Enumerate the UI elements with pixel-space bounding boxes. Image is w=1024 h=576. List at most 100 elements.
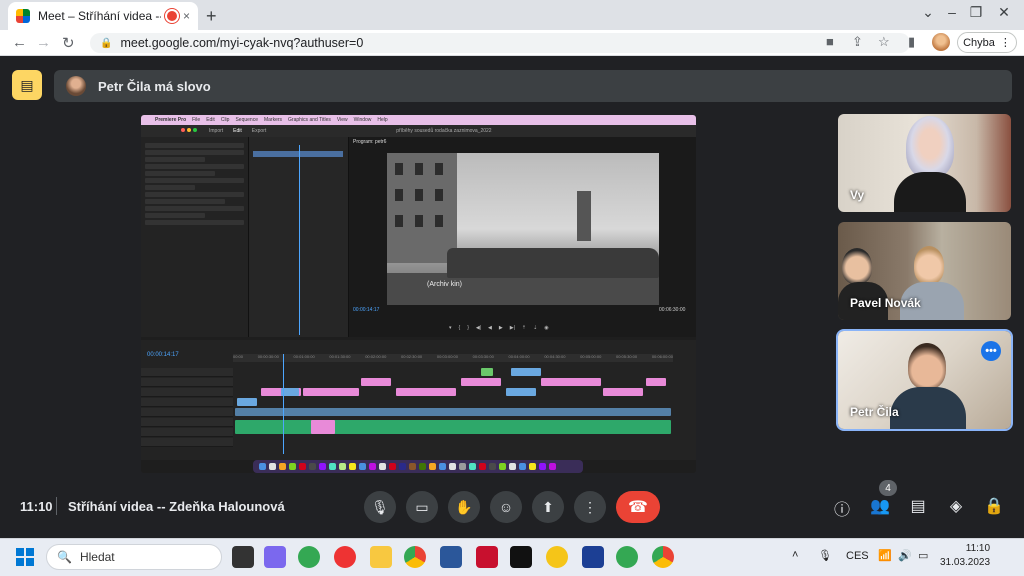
in-icon: {: [458, 325, 461, 331]
chrome-icon[interactable]: [404, 546, 426, 568]
marker-icon: ▾: [449, 325, 452, 331]
app-icon[interactable]: [616, 546, 638, 568]
teams-icon[interactable]: [264, 546, 286, 568]
ws-import: Import: [209, 128, 224, 134]
hand-icon: ✋: [455, 498, 473, 515]
present-button[interactable]: ⬆: [532, 491, 564, 523]
videocam-icon: ▭: [415, 498, 429, 515]
transport-controls: ▾ {} ◀| ◀ ▶ ▶| ⇡ ⇣ ◉: [449, 325, 599, 333]
back-icon[interactable]: ←: [12, 34, 27, 51]
divider: [56, 497, 57, 515]
step-back-icon: ◀|: [475, 325, 482, 331]
mic-button[interactable]: 🎙: [364, 491, 396, 523]
out-icon: }: [467, 325, 469, 331]
close-window-button[interactable]: ✕: [994, 4, 1014, 21]
app-flag-icon[interactable]: [476, 546, 498, 568]
taskbar-clock[interactable]: 11:10 31.03.2023: [940, 542, 990, 570]
maximize-button[interactable]: ❐: [966, 4, 986, 21]
address-bar[interactable]: 🔒 meet.google.com/myi-cyak-nvq?authuser=…: [90, 33, 910, 53]
error-chip[interactable]: Chyba ⋮: [957, 32, 1017, 53]
more-options-button[interactable]: •••: [981, 341, 1001, 361]
more-vert-icon: ⋮: [583, 498, 597, 515]
activities-icon[interactable]: ◈: [944, 496, 968, 516]
taskview-icon[interactable]: [232, 546, 254, 568]
microphone-tray-icon[interactable]: 🎙: [818, 549, 832, 562]
trucks-shape: [447, 248, 659, 278]
timeline-playhead: [283, 354, 284, 454]
volume-icon[interactable]: 🔊: [898, 549, 912, 562]
reactions-button[interactable]: ☺: [490, 491, 522, 523]
source-clip-bar: [253, 151, 343, 157]
meet-favicon-icon: [16, 9, 30, 23]
sidepanel-icon[interactable]: ▮: [908, 34, 915, 50]
tile-name: Pavel Novák: [850, 296, 921, 310]
recording-icon: [166, 11, 177, 21]
mic-icon: 🎙: [371, 498, 389, 515]
forward-icon[interactable]: →: [36, 34, 51, 51]
star-icon[interactable]: ☆: [878, 34, 890, 50]
wifi-icon[interactable]: 📶: [878, 549, 892, 562]
present-icon: ⬆: [542, 498, 554, 515]
windows-start-icon[interactable]: [16, 548, 34, 566]
lock-icon: 🔒: [100, 37, 113, 49]
menu-markers: Markers: [263, 117, 283, 123]
raise-hand-button[interactable]: ✋: [448, 491, 480, 523]
program-label: Program: petr6: [353, 139, 387, 145]
battery-icon[interactable]: ▭: [918, 549, 928, 562]
timeline-timecode: 00:00:14:17: [147, 352, 179, 358]
info-icon[interactable]: ⓘ: [830, 496, 854, 520]
app-name: Premiere Pro: [155, 117, 187, 123]
tile-name: Vy: [850, 188, 865, 202]
building-shape: [387, 153, 457, 263]
church-tower-shape: [577, 191, 591, 241]
app-icon[interactable]: [298, 546, 320, 568]
person-body-shape: [894, 172, 966, 212]
hangup-icon: ☎: [628, 499, 648, 516]
step-back-frame-icon: ◀: [488, 325, 492, 331]
source-panel: [249, 137, 349, 337]
tile-self[interactable]: Vy: [838, 114, 1011, 212]
browser-tab-meet[interactable]: Meet – Stříhání videa -- Zde ×: [8, 2, 198, 30]
chrome-active-icon[interactable]: [652, 546, 674, 568]
share-icon[interactable]: ⇪: [852, 34, 863, 50]
new-tab-button[interactable]: +: [206, 6, 217, 27]
word-icon[interactable]: [440, 546, 462, 568]
profile-avatar[interactable]: [932, 33, 950, 51]
chat-icon[interactable]: ▤: [906, 496, 930, 516]
video-frame: (Archiv kin): [387, 153, 659, 305]
menu-help: Help: [377, 117, 388, 123]
lift-icon: ⇡: [521, 325, 527, 331]
meeting-clock: 11:10: [20, 499, 53, 514]
tile-pavel-novak[interactable]: Pavel Novák: [838, 222, 1011, 320]
shared-screen[interactable]: Premiere Pro File Edit Clip Sequence Mar…: [141, 115, 696, 473]
more-vert-icon: ⋮: [999, 37, 1011, 49]
camera-icon[interactable]: ■: [826, 34, 834, 49]
menu-edit: Edit: [206, 117, 215, 123]
more-options-menu-button[interactable]: ⋮: [574, 491, 606, 523]
chevron-down-icon[interactable]: ⌄: [918, 4, 938, 21]
chevron-up-icon[interactable]: ˄: [792, 549, 798, 561]
notes-button[interactable]: ▤: [12, 70, 42, 100]
reload-icon[interactable]: ↻: [62, 34, 75, 52]
app-p-icon[interactable]: [510, 546, 532, 568]
people-icon[interactable]: 👥: [868, 496, 892, 516]
menu-window: Window: [353, 117, 372, 123]
camera-button[interactable]: ▭: [406, 491, 438, 523]
uk-flag-icon[interactable]: [582, 546, 604, 568]
menu-clip: Clip: [220, 117, 230, 123]
tile-petr-cila[interactable]: ••• Petr Čila: [838, 331, 1011, 429]
minimize-button[interactable]: –: [942, 4, 962, 20]
program-timecode: 00:00:14:17: [353, 307, 380, 313]
pacman-icon[interactable]: [546, 546, 568, 568]
leave-call-button[interactable]: ☎: [616, 491, 660, 523]
host-controls-icon[interactable]: 🔒: [982, 496, 1006, 516]
audio-app-icon[interactable]: [334, 546, 356, 568]
explorer-icon[interactable]: [370, 546, 392, 568]
person-shape: [908, 343, 946, 389]
close-tab-icon[interactable]: ×: [183, 9, 190, 23]
language-indicator[interactable]: CES: [846, 550, 869, 562]
taskbar-search[interactable]: 🔍 Hledat: [46, 544, 222, 570]
camera-icon: ◉: [544, 325, 549, 331]
effect-controls-panel: [141, 137, 249, 337]
timeline-panel: 00:00:14:17 00:00 00:00:30:00 00:01:00:00 0…: [141, 340, 696, 460]
